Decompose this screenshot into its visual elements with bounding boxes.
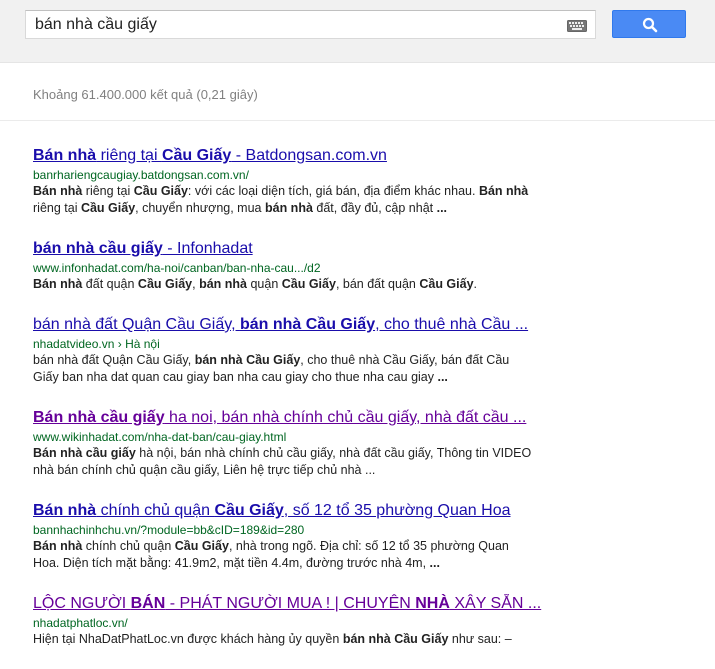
highlighted-term: Bán nhà <box>33 502 97 519</box>
result-title-link[interactable]: bán nhà cầu giấy - Infonhadat <box>33 238 713 260</box>
result-url: bannhachinhchu.vn/?module=bb&cID=189&id=… <box>33 523 305 537</box>
highlighted-term: Cầu Giấy <box>214 502 284 519</box>
search-result: bán nhà đất Quận Cầu Giấy, bán nhà Cầu G… <box>33 314 713 386</box>
highlighted-term: Cầu Giấy <box>281 277 336 291</box>
result-snippet: Bán nhà riêng tại Cầu Giấy: với các loại… <box>33 183 538 217</box>
result-title-link[interactable]: LỘC NGƯỜI BÁN - PHÁT NGƯỜI MUA ! | CHUYÊ… <box>33 593 713 615</box>
highlighted-term: Cầu Giấy <box>174 539 229 553</box>
search-icon <box>642 17 658 33</box>
highlighted-term: Bán nhà cầu giấy <box>33 409 165 426</box>
highlighted-term: ... <box>437 370 448 384</box>
keyboard-icon[interactable] <box>567 19 587 32</box>
text-run: , cho thuê nhà Cầu ... <box>375 316 529 333</box>
highlighted-term: Cầu Giấy <box>419 277 474 291</box>
result-url: www.infonhadat.com/ha-noi/canban/ban-nha… <box>33 261 321 275</box>
text-run: như sau: – <box>448 632 512 646</box>
result-title-link[interactable]: Bán nhà cầu giấy ha noi, bán nhà chính c… <box>33 407 713 429</box>
text-run: , số 12 tổ 35 phường Quan Hoa <box>283 502 511 519</box>
highlighted-term: Bán nhà cầu giấy <box>33 446 136 460</box>
text-run: - PHÁT NGƯỜI MUA ! | CHUYÊN <box>165 595 416 612</box>
text-run: chính chủ quận <box>82 539 175 553</box>
text-run: riêng tại <box>33 201 81 215</box>
highlighted-term: BÁN <box>130 595 166 612</box>
search-button[interactable] <box>612 10 686 38</box>
result-url: nhadatphatloc.vn/ <box>33 616 128 630</box>
text-run: bán nhà đất Quận Cầu Giấy, <box>33 353 195 367</box>
search-input[interactable] <box>35 11 555 38</box>
highlighted-term: Bán nhà <box>478 184 529 198</box>
highlighted-term: bán nhà Cầu Giấy <box>239 316 376 333</box>
result-stats: Khoảng 61.400.000 kết quả (0,21 giây) <box>33 87 258 102</box>
result-snippet: Bán nhà đất quận Cầu Giấy, bán nhà quận … <box>33 276 538 293</box>
highlighted-term: NHÀ <box>415 595 450 612</box>
text-run: chính chủ quận <box>96 502 215 519</box>
highlighted-term: Bán nhà <box>33 277 83 291</box>
result-title-link[interactable]: bán nhà đất Quận Cầu Giấy, bán nhà Cầu G… <box>33 314 713 336</box>
search-result: bán nhà cầu giấy - Infonhadat www.infonha… <box>33 238 713 293</box>
highlighted-term: ... <box>429 556 440 570</box>
text-run: riêng tại <box>82 184 134 198</box>
text-run: LỘC NGƯỜI <box>33 595 131 612</box>
highlighted-term: bán nhà <box>264 201 313 215</box>
result-snippet: Bán nhà cầu giấy hà nội, bán nhà chính c… <box>33 445 538 479</box>
highlighted-term: Cầu Giấy <box>133 184 188 198</box>
search-header <box>0 0 715 63</box>
result-title-link[interactable]: Bán nhà riêng tại Cầu Giấy - Batdongsan.… <box>33 145 713 167</box>
highlighted-term: Cầu Giấy <box>137 277 193 291</box>
highlighted-term: bán nhà Cầu Giấy <box>342 632 449 646</box>
text-run: bán nhà đất Quận Cầu Giấy, <box>33 316 240 333</box>
text-run: đất quận <box>82 277 138 291</box>
text-run: : với các loại diện tích, giá bán, địa đ… <box>187 184 479 198</box>
text-run: XÂY SẴN ... <box>449 595 542 612</box>
highlighted-term: Bán nhà <box>33 147 97 164</box>
text-run: , chuyển nhượng, mua <box>135 201 265 215</box>
highlighted-term: bán nhà <box>199 277 247 291</box>
result-url: banrhariengcaugiay.batdongsan.com.vn/ <box>33 168 249 182</box>
search-result: LỘC NGƯỜI BÁN - PHÁT NGƯỜI MUA ! | CHUYÊ… <box>33 593 713 648</box>
text-run: . <box>473 277 478 291</box>
result-snippet: Bán nhà chính chủ quận Cầu Giấy, nhà tro… <box>33 538 538 572</box>
results-stats-bar: Khoảng 61.400.000 kết quả (0,21 giây) <box>0 63 715 121</box>
result-url: nhadatvideo.vn › Hà nội <box>33 337 160 351</box>
result-snippet: Hiện tại NhaDatPhatLoc.vn được khách hàn… <box>33 631 538 648</box>
highlighted-term: Cầu Giấy <box>161 147 232 164</box>
text-run: ha noi, bán nhà chính chủ cầu giấy, nhà … <box>164 409 527 426</box>
text-run: Hiện tại NhaDatPhatLoc.vn được khách hàn… <box>33 632 343 646</box>
text-run: - Infonhadat <box>162 240 253 257</box>
highlighted-term: bán nhà Cầu Giấy <box>194 353 301 367</box>
search-result: Bán nhà cầu giấy ha noi, bán nhà chính c… <box>33 407 713 479</box>
highlighted-term: bán nhà cầu giấy <box>33 240 163 257</box>
text-run: , bán đất quận <box>335 277 420 291</box>
highlighted-term: ... <box>436 201 448 215</box>
search-box[interactable] <box>25 10 596 39</box>
highlighted-term: Cầu Giấy <box>80 201 136 215</box>
result-url: www.wikinhadat.com/nha-dat-ban/cau-giay.… <box>33 430 287 444</box>
text-run: đất, đầy đủ, cập nhật <box>312 201 437 215</box>
text-run: - Batdongsan.com.vn <box>231 147 387 164</box>
text-run: quận <box>246 277 282 291</box>
search-result: Bán nhà riêng tại Cầu Giấy - Batdongsan.… <box>33 145 713 217</box>
result-title-link[interactable]: Bán nhà chính chủ quận Cầu Giấy, số 12 t… <box>33 500 713 522</box>
text-run: riêng tại <box>96 147 162 164</box>
search-result: Bán nhà chính chủ quận Cầu Giấy, số 12 t… <box>33 500 713 572</box>
highlighted-term: Bán nhà <box>33 184 83 198</box>
highlighted-term: Bán nhà <box>33 539 83 553</box>
result-snippet: bán nhà đất Quận Cầu Giấy, bán nhà Cầu G… <box>33 352 538 386</box>
search-results: Bán nhà riêng tại Cầu Giấy - Batdongsan.… <box>33 145 713 669</box>
